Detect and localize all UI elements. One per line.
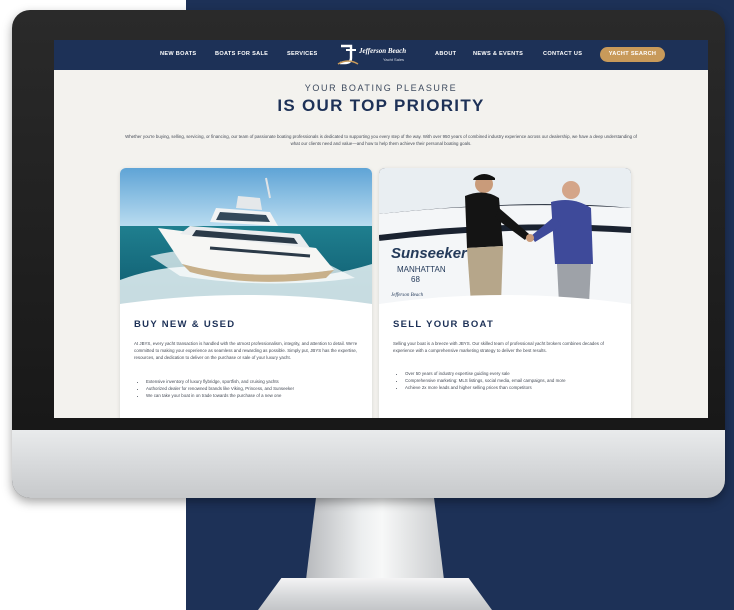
nav-news-events[interactable]: NEWS & EVENTS [473, 51, 523, 57]
hero-intro-text: Whether you're buying, selling, servicin… [125, 134, 637, 146]
monitor-stand-neck [305, 496, 445, 588]
nav-boats-for-sale[interactable]: BOATS FOR SALE [215, 51, 268, 57]
top-navigation: NEW BOATS BOATS FOR SALE SERVICES Jeffer… [54, 40, 708, 70]
list-item: Authorized dealer for renowned brands li… [146, 385, 372, 392]
card-title: BUY NEW & USED [134, 319, 236, 330]
card-buy-new-used[interactable]: BUY NEW & USED At JBYS, every yacht tran… [120, 168, 372, 418]
card-body-text: Selling your boat is a breeze with JBYS.… [393, 341, 604, 353]
list-item: Comprehensive marketing: MLS listings, s… [405, 377, 631, 384]
card-bullet-list: Over 50 years of industry expertise guid… [393, 370, 631, 392]
nav-contact-us[interactable]: CONTACT US [543, 51, 582, 57]
site-logo[interactable]: Jefferson Beach Yacht Sales [337, 43, 421, 67]
list-item: Achieve 2x more leads and higher selling… [405, 384, 631, 391]
hull-model-text: MANHATTAN [397, 265, 446, 274]
yacht-search-button[interactable]: YACHT SEARCH [600, 47, 665, 62]
monitor-stand-base [258, 578, 492, 610]
desktop-monitor: NEW BOATS BOATS FOR SALE SERVICES Jeffer… [12, 10, 725, 498]
nav-services[interactable]: SERVICES [287, 51, 318, 57]
list-item: We can take your boat in on trade toward… [146, 392, 372, 399]
card-bullet-list: Extensive inventory of luxury flybridge,… [134, 378, 372, 400]
hull-dealer-text: Jefferson Beach [391, 293, 424, 298]
yacht-cruising-image [120, 168, 372, 304]
card-title: SELL YOUR BOAT [393, 319, 495, 330]
list-item: Over 50 years of industry expertise guid… [405, 370, 631, 377]
website-screen: NEW BOATS BOATS FOR SALE SERVICES Jeffer… [54, 40, 708, 418]
card-body-text: At JBYS, every yacht transaction is hand… [134, 341, 358, 360]
hull-brand-text: Sunseeker [391, 245, 468, 262]
hull-size-text: 68 [411, 275, 420, 284]
hero-headline: IS OUR TOP PRIORITY [277, 96, 485, 115]
monitor-chin [12, 430, 725, 498]
logo-tagline: Yacht Sales [383, 57, 405, 62]
nav-about[interactable]: ABOUT [435, 51, 456, 57]
handshake-photo-image: Sunseeker MANHATTAN 68 Jefferson Beach [379, 168, 631, 304]
logo-name: Jefferson Beach [359, 47, 407, 55]
list-item: Extensive inventory of luxury flybridge,… [146, 378, 372, 385]
card-sell-your-boat[interactable]: Sunseeker MANHATTAN 68 Jefferson Beach S… [379, 168, 631, 418]
nav-new-boats[interactable]: NEW BOATS [160, 51, 196, 57]
hero-kicker: YOUR BOATING PLEASURE [304, 83, 458, 93]
logo-anchor-icon [337, 44, 359, 65]
